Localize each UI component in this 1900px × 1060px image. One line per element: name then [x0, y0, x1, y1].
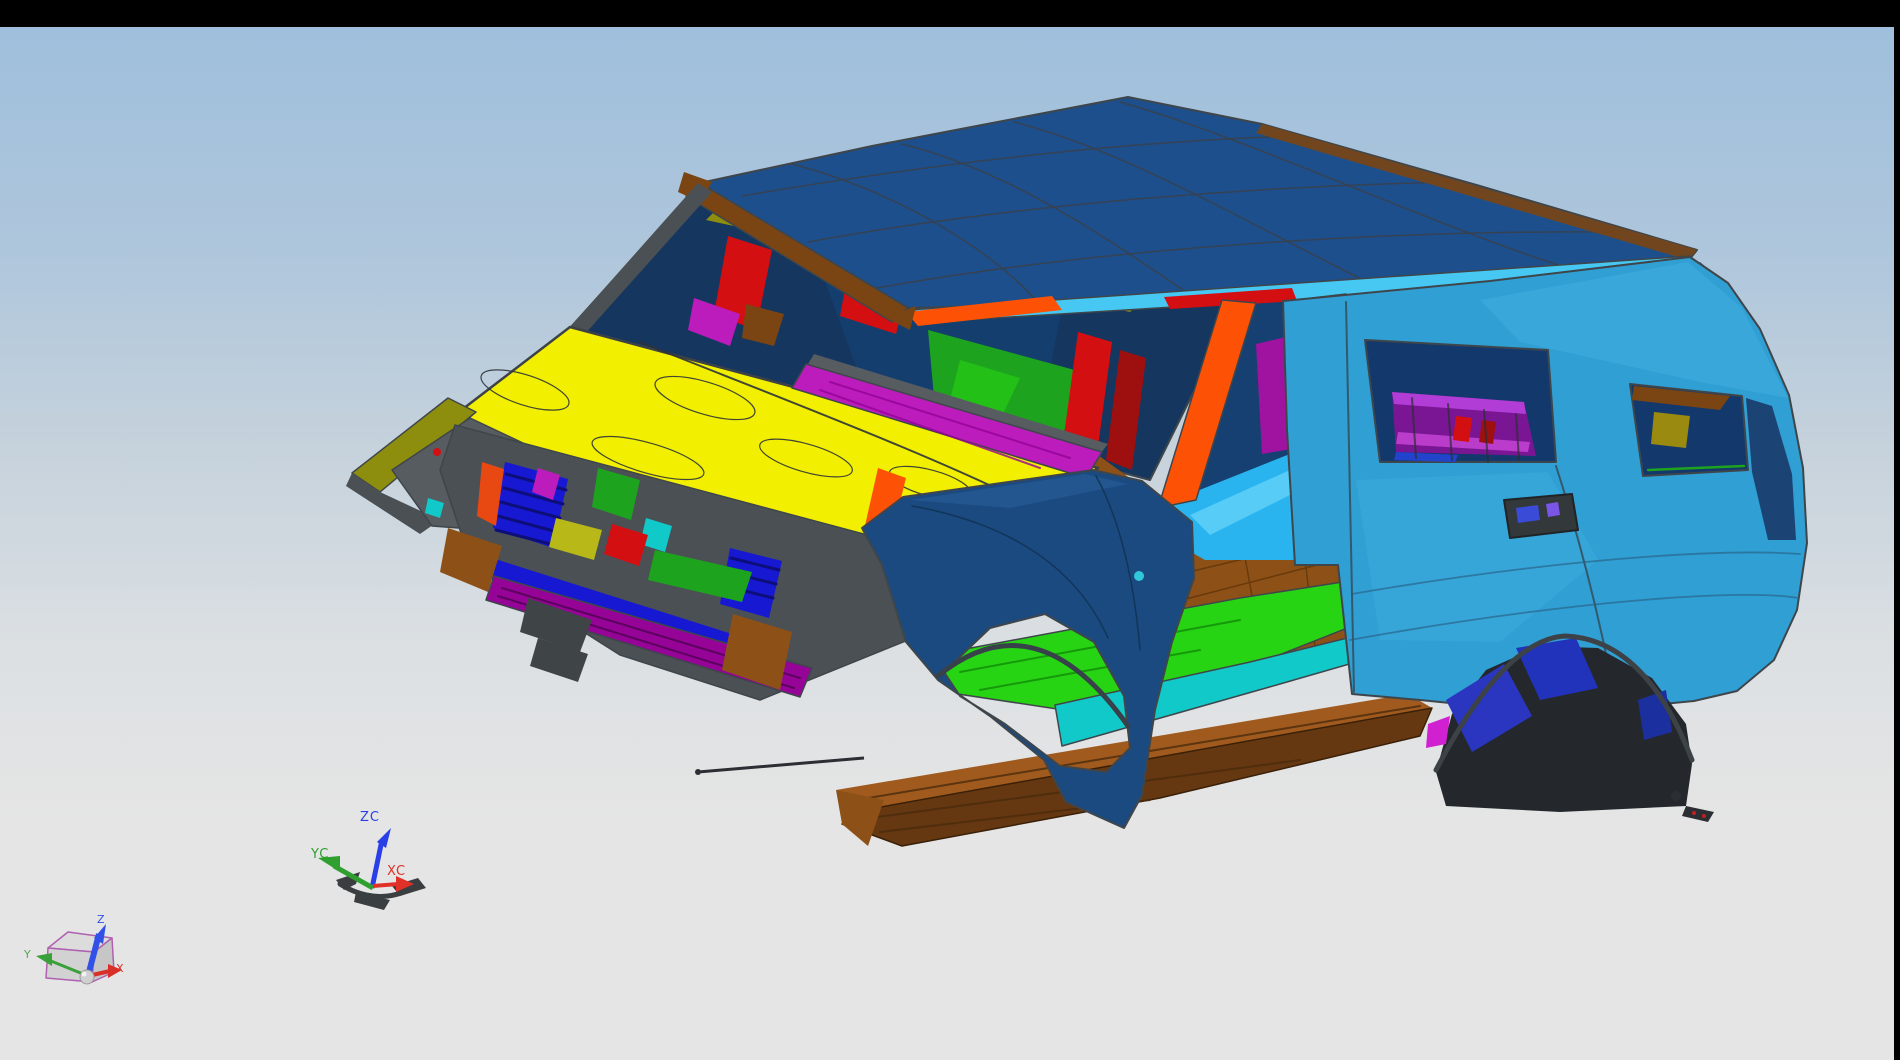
wcs-z-axis[interactable] [372, 840, 382, 888]
debris-dot[interactable] [1671, 791, 1681, 801]
wcs-x-axis[interactable] [373, 884, 398, 886]
front-rod-hook [695, 769, 701, 775]
quarter-window-olive-tag[interactable] [1651, 412, 1690, 448]
view-y-head[interactable] [36, 953, 52, 966]
debris-red-speck [1692, 811, 1696, 815]
view-origin-sphere[interactable] [80, 970, 94, 984]
door-handle-violet-glyph [1546, 502, 1560, 517]
view-z-label: Z [97, 913, 105, 926]
view-y-label: Y [24, 948, 31, 961]
wcs-yc-label: YC [311, 847, 329, 862]
debris-red-speck2 [1702, 814, 1706, 818]
cargo-red-tab1[interactable] [1453, 416, 1472, 442]
view-x-label: X [116, 962, 124, 975]
front-rod[interactable] [698, 758, 864, 772]
headlamp-red-dot [433, 448, 441, 456]
door-handle-blue-glyph [1516, 505, 1540, 523]
debris-bracket[interactable] [1682, 806, 1714, 822]
car-body-model[interactable] [0, 0, 1900, 1060]
cargo-red-tab2[interactable] [1479, 420, 1496, 444]
fender-teal-dot [1134, 571, 1144, 581]
top-black-bar [0, 0, 1900, 27]
view-origin-sphere-highlight [82, 972, 87, 977]
door-handle-recess[interactable] [1504, 494, 1578, 538]
cad-application-window: { "app": {"description": "3D CAD viewpor… [0, 0, 1900, 1060]
wcs-zc-label: ZC [360, 810, 380, 825]
right-black-bar [1894, 0, 1900, 1060]
wcs-xc-label: XC [387, 864, 406, 879]
